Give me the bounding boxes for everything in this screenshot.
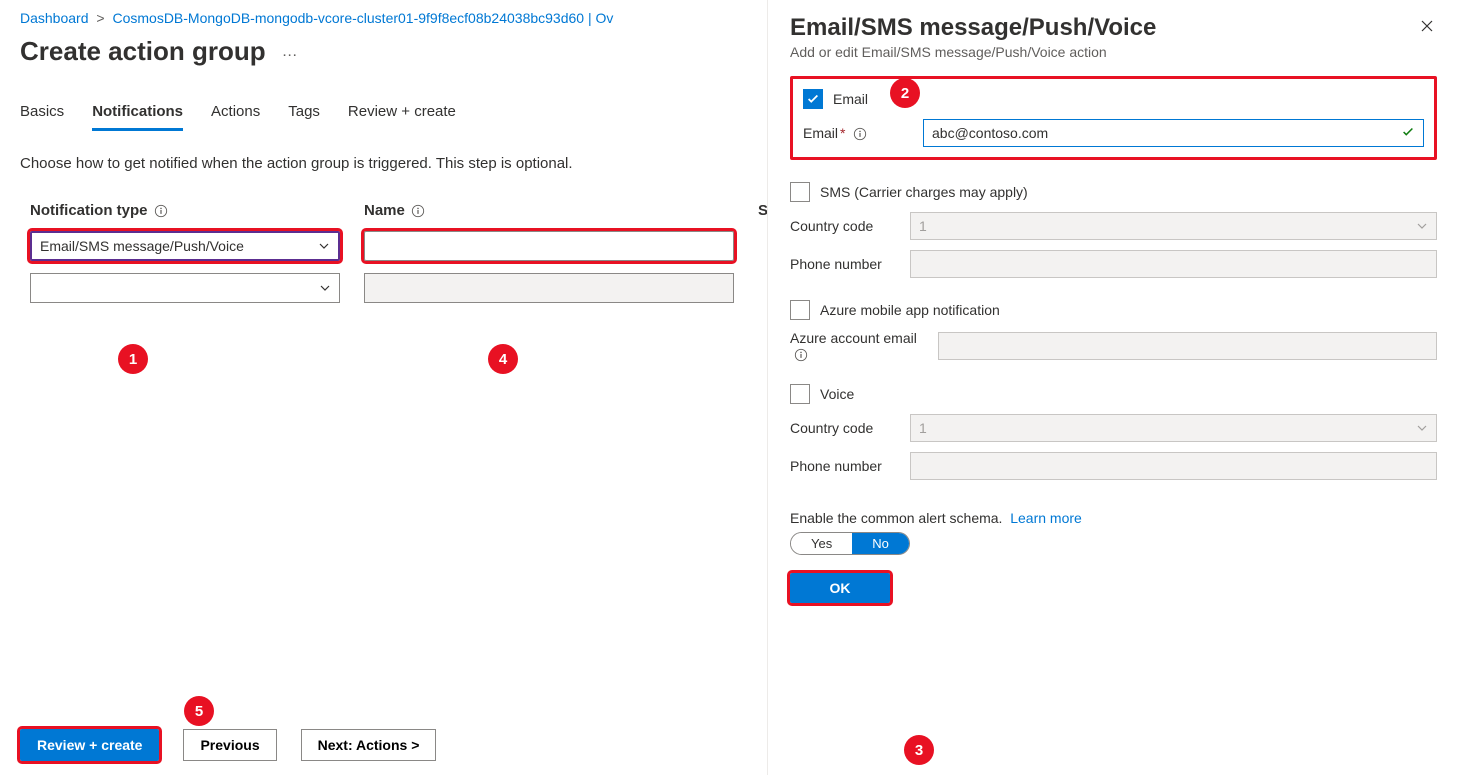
sms-phone-label: Phone number xyxy=(790,256,902,272)
breadcrumb-dashboard[interactable]: Dashboard xyxy=(20,10,89,26)
notification-name-input[interactable] xyxy=(364,231,734,261)
chevron-down-icon xyxy=(1416,422,1428,434)
col-header-name: Name xyxy=(364,202,734,219)
breadcrumb-resource[interactable]: CosmosDB-MongoDB-mongodb-vcore-cluster01… xyxy=(112,10,613,26)
sms-checkbox[interactable] xyxy=(790,182,810,202)
tab-basics[interactable]: Basics xyxy=(20,103,64,131)
sms-phone-input[interactable] xyxy=(910,250,1437,278)
email-input-value: abc@contoso.com xyxy=(932,125,1048,141)
tab-actions[interactable]: Actions xyxy=(211,103,260,131)
breadcrumb-sep: > xyxy=(96,10,104,26)
email-checkbox[interactable] xyxy=(803,89,823,109)
annotation-badge-1: 1 xyxy=(118,344,148,374)
email-field-label: Email* xyxy=(803,125,915,141)
dropdown-value: Email/SMS message/Push/Voice xyxy=(40,238,244,254)
sms-country-code-label: Country code xyxy=(790,218,902,234)
annotation-badge-4: 4 xyxy=(488,344,518,374)
tab-tags[interactable]: Tags xyxy=(288,103,320,131)
chevron-down-icon xyxy=(319,282,331,294)
ok-button[interactable]: OK xyxy=(790,573,890,603)
annotation-badge-2: 2 xyxy=(890,78,920,108)
schema-toggle-yes[interactable]: Yes xyxy=(791,533,852,554)
email-section-highlight: Email Email* abc@contoso.com xyxy=(790,76,1437,160)
voice-country-code-label: Country code xyxy=(790,420,902,436)
review-create-button[interactable]: Review + create xyxy=(20,729,159,761)
notification-type-dropdown[interactable]: Email/SMS message/Push/Voice xyxy=(30,231,340,261)
tab-review[interactable]: Review + create xyxy=(348,103,456,131)
azure-push-label: Azure mobile app notification xyxy=(820,302,1000,318)
info-icon[interactable] xyxy=(794,348,808,362)
azure-push-checkbox[interactable] xyxy=(790,300,810,320)
schema-toggle[interactable]: Yes No xyxy=(790,532,910,555)
voice-checkbox-label: Voice xyxy=(820,386,854,402)
detail-panel: Email/SMS message/Push/Voice Add or edit… xyxy=(767,0,1457,775)
col-header-notification-type: Notification type xyxy=(30,202,340,219)
info-icon[interactable] xyxy=(411,204,425,218)
voice-country-code-select[interactable]: 1 xyxy=(910,414,1437,442)
azure-email-input[interactable] xyxy=(938,332,1437,360)
azure-email-label: Azure account email xyxy=(790,330,930,362)
sms-checkbox-label: SMS (Carrier charges may apply) xyxy=(820,184,1028,200)
email-input[interactable]: abc@contoso.com xyxy=(923,119,1424,147)
sms-country-code-select[interactable]: 1 xyxy=(910,212,1437,240)
chevron-down-icon xyxy=(1416,220,1428,232)
notification-name-input-2-disabled xyxy=(364,273,734,303)
more-actions-button[interactable]: … xyxy=(282,43,300,61)
annotation-badge-3: 3 xyxy=(904,735,934,765)
voice-phone-label: Phone number xyxy=(790,458,902,474)
panel-title: Email/SMS message/Push/Voice xyxy=(790,14,1437,42)
info-icon[interactable] xyxy=(154,204,168,218)
tab-notifications[interactable]: Notifications xyxy=(92,103,183,131)
schema-toggle-no[interactable]: No xyxy=(852,533,909,554)
previous-button[interactable]: Previous xyxy=(183,729,276,761)
panel-subtitle: Add or edit Email/SMS message/Push/Voice… xyxy=(790,44,1437,60)
email-checkbox-label: Email xyxy=(833,91,868,107)
valid-check-icon xyxy=(1401,125,1415,142)
info-icon[interactable] xyxy=(853,127,867,141)
chevron-down-icon xyxy=(318,240,330,252)
voice-checkbox[interactable] xyxy=(790,384,810,404)
close-button[interactable] xyxy=(1419,18,1435,37)
page-title: Create action group xyxy=(20,36,266,67)
annotation-badge-5: 5 xyxy=(184,696,214,726)
common-alert-schema-text: Enable the common alert schema. xyxy=(790,510,1002,526)
next-actions-button[interactable]: Next: Actions > xyxy=(301,729,437,761)
voice-phone-input[interactable] xyxy=(910,452,1437,480)
notification-type-dropdown-2[interactable] xyxy=(30,273,340,303)
learn-more-link[interactable]: Learn more xyxy=(1010,510,1082,526)
